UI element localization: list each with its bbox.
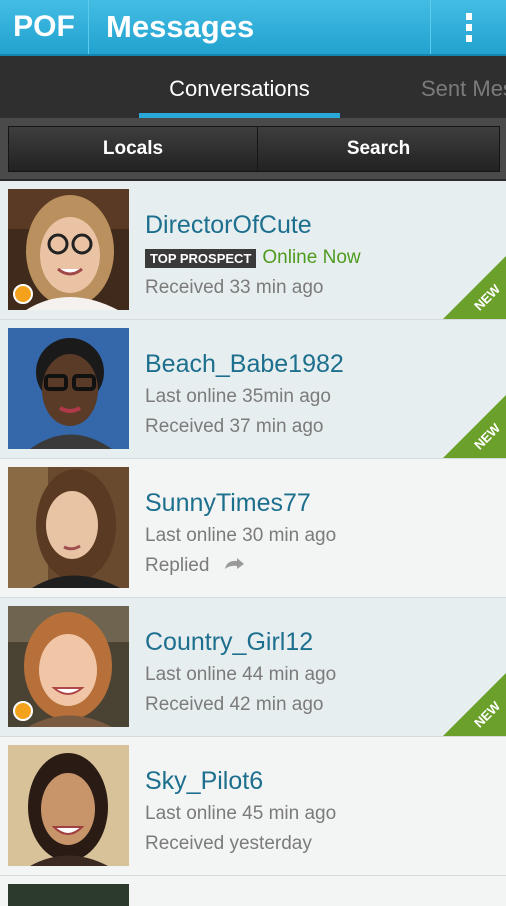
reply-arrow-icon bbox=[223, 555, 245, 577]
avatar bbox=[8, 189, 129, 310]
conversation-row[interactable]: Country_Girl12 Last online 44 min ago Re… bbox=[0, 598, 506, 737]
avatar bbox=[8, 745, 129, 866]
username: SunnyTimes77 bbox=[145, 489, 311, 517]
pof-logo[interactable]: POF bbox=[0, 0, 89, 54]
replied-label: Replied bbox=[145, 555, 210, 577]
username: Country_Girl12 bbox=[145, 628, 314, 656]
locals-button[interactable]: Locals bbox=[8, 126, 258, 172]
avatar bbox=[8, 467, 129, 588]
username: DirectorOfCute bbox=[145, 211, 312, 239]
filter-button-bar: Locals Search bbox=[0, 118, 506, 181]
conversation-row[interactable]: SunnyTimes77 Last online 30 min ago Repl… bbox=[0, 459, 506, 598]
search-button[interactable]: Search bbox=[257, 126, 500, 172]
username: Beach_Babe1982 bbox=[145, 350, 344, 378]
tab-sent-messages[interactable]: Sent Messages bbox=[421, 56, 506, 118]
page-title: Messages bbox=[106, 9, 255, 44]
reply-status: Replied bbox=[145, 555, 245, 577]
tab-conversations[interactable]: Conversations bbox=[139, 56, 340, 118]
conversation-row[interactable]: Beach_Babe1982 Last online 35min ago Rec… bbox=[0, 320, 506, 459]
overflow-menu-icon[interactable] bbox=[430, 0, 506, 54]
status-line: TOP PROSPECT Online Now bbox=[145, 247, 361, 269]
last-online: Last online 44 min ago bbox=[145, 664, 337, 685]
last-online: Last online 30 min ago bbox=[145, 525, 337, 546]
last-online: Last online 45 min ago bbox=[145, 803, 337, 824]
online-now-label: Online Now bbox=[262, 247, 361, 268]
avatar bbox=[8, 328, 129, 449]
conversation-list: DirectorOfCute TOP PROSPECT Online Now Re… bbox=[0, 181, 506, 906]
received-time: Received 37 min ago bbox=[145, 416, 324, 437]
username: Sky_Pilot6 bbox=[145, 767, 264, 795]
conversation-row[interactable]: Sky_Pilot6 Last online 45 min ago Receiv… bbox=[0, 737, 506, 876]
tab-bar: Conversations Sent Messages bbox=[0, 56, 506, 118]
top-prospect-badge: TOP PROSPECT bbox=[145, 248, 257, 268]
avatar bbox=[8, 884, 129, 906]
conversation-row[interactable]: DirectorOfCute TOP PROSPECT Online Now Re… bbox=[0, 181, 506, 320]
online-status-dot bbox=[13, 284, 33, 304]
app-header: POF Messages bbox=[0, 0, 506, 56]
online-status-dot bbox=[13, 701, 33, 721]
received-time: Received yesterday bbox=[145, 833, 312, 854]
conversation-row-partial[interactable] bbox=[0, 876, 506, 906]
last-online: Last online 35min ago bbox=[145, 386, 331, 407]
received-time: Received 42 min ago bbox=[145, 694, 324, 715]
received-time: Received 33 min ago bbox=[145, 277, 324, 298]
avatar bbox=[8, 606, 129, 727]
